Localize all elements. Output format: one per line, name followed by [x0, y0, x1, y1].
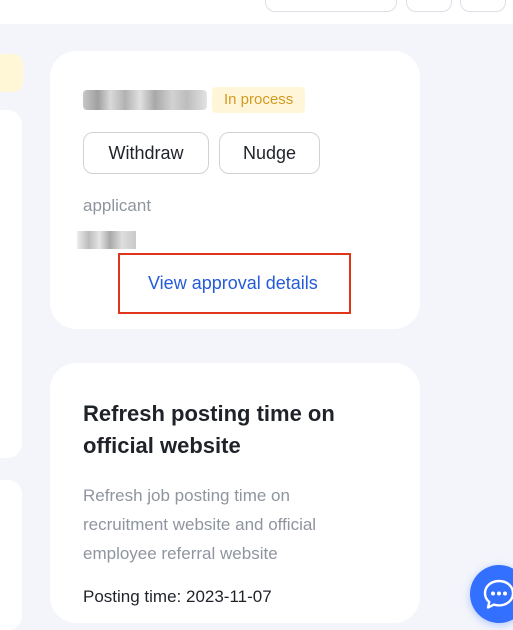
posting-time: Posting time: 2023-11-07: [83, 587, 272, 606]
chat-bubble-icon: [483, 579, 513, 609]
top-icon-button[interactable]: [406, 0, 452, 12]
left-status-chip: [0, 54, 23, 92]
top-bar: [0, 0, 513, 24]
left-card[interactable]: [0, 110, 22, 458]
nudge-button[interactable]: Nudge: [219, 132, 320, 174]
redacted-applicant-name: [77, 231, 136, 249]
task-title: Refresh posting time on official website: [83, 401, 335, 458]
redacted-approval-title: [83, 90, 207, 110]
status-badge: In process: [212, 87, 306, 113]
top-toolbar-button[interactable]: [265, 0, 397, 12]
left-card[interactable]: [0, 480, 22, 630]
withdraw-button[interactable]: Withdraw: [83, 132, 209, 174]
chat-fab-button[interactable]: [470, 565, 513, 623]
applicant-label: applicant: [83, 196, 152, 215]
task-description: Refresh job posting time on recruitment …: [83, 486, 317, 563]
top-icon-button[interactable]: [460, 0, 506, 12]
highlight-box: [118, 253, 351, 314]
